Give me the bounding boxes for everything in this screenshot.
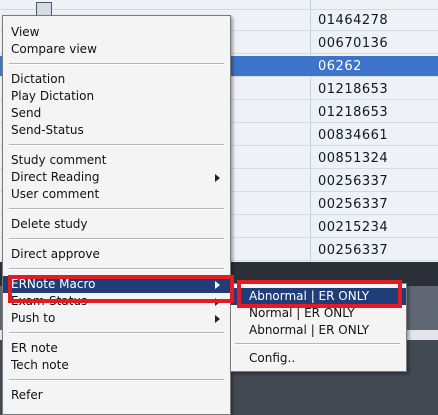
submenu-arrow-icon (215, 298, 220, 306)
menu-separator (9, 144, 224, 146)
menu-item-dictation[interactable]: Dictation (3, 71, 230, 88)
menu-separator (9, 332, 224, 334)
menu-separator (235, 343, 400, 345)
patient-id: 00834661 (318, 128, 389, 143)
submenu-arrow-icon (215, 315, 220, 323)
patient-id: 00215234 (318, 220, 389, 235)
menu-item-push-to[interactable]: Push to (3, 310, 230, 327)
menu-item-compare-view[interactable]: Compare view (3, 41, 230, 58)
patient-id: 01218653 (318, 105, 389, 120)
ernote-macro-submenu: Abnormal | ER ONLY Normal | ER ONLY Abno… (230, 283, 407, 372)
patient-id: 00851324 (318, 151, 389, 166)
menu-separator (9, 63, 224, 65)
patient-id: 00670136 (318, 36, 389, 51)
menu-item-delete-study[interactable]: Delete study (3, 216, 230, 233)
patient-id: 00256337 (318, 243, 389, 258)
submenu-item-normal-er-only[interactable]: Normal | ER ONLY (231, 305, 406, 322)
menu-item-play-dictation[interactable]: Play Dictation (3, 88, 230, 105)
submenu-item-abnormal-er-only-2[interactable]: Abnormal | ER ONLY (231, 322, 406, 339)
menu-item-er-note[interactable]: ER note (3, 340, 230, 357)
menu-item-send[interactable]: Send (3, 105, 230, 122)
menu-separator (9, 379, 224, 381)
submenu-item-config[interactable]: Config.. (231, 350, 406, 367)
patient-id: 00256337 (318, 174, 389, 189)
menu-item-send-status[interactable]: Send-Status (3, 122, 230, 139)
context-menu: View Compare view Dictation Play Dictati… (2, 15, 231, 415)
menu-item-direct-reading[interactable]: Direct Reading (3, 169, 230, 186)
menu-item-tech-note[interactable]: Tech note (3, 357, 230, 374)
menu-item-user-comment[interactable]: User comment (3, 186, 230, 203)
menu-item-exam-status[interactable]: Exam-Status (3, 293, 230, 310)
submenu-arrow-icon (215, 174, 220, 182)
menu-item-ernote-macro[interactable]: ERNote Macro (3, 276, 230, 293)
submenu-arrow-icon (215, 281, 220, 289)
patient-id: 01218653 (318, 82, 389, 97)
menu-item-direct-approve[interactable]: Direct approve (3, 246, 230, 263)
submenu-item-abnormal-er-only[interactable]: Abnormal | ER ONLY (231, 288, 406, 305)
table-row[interactable] (0, 0, 438, 16)
menu-separator (9, 238, 224, 240)
menu-separator (9, 208, 224, 210)
patient-id: 01464278 (318, 13, 389, 28)
menu-separator (9, 268, 224, 270)
patient-id: 06262 (318, 59, 362, 74)
menu-item-view[interactable]: View (3, 24, 230, 41)
menu-item-study-comment[interactable]: Study comment (3, 152, 230, 169)
menu-item-refer[interactable]: Refer (3, 387, 230, 404)
patient-id: 00256337 (318, 197, 389, 212)
